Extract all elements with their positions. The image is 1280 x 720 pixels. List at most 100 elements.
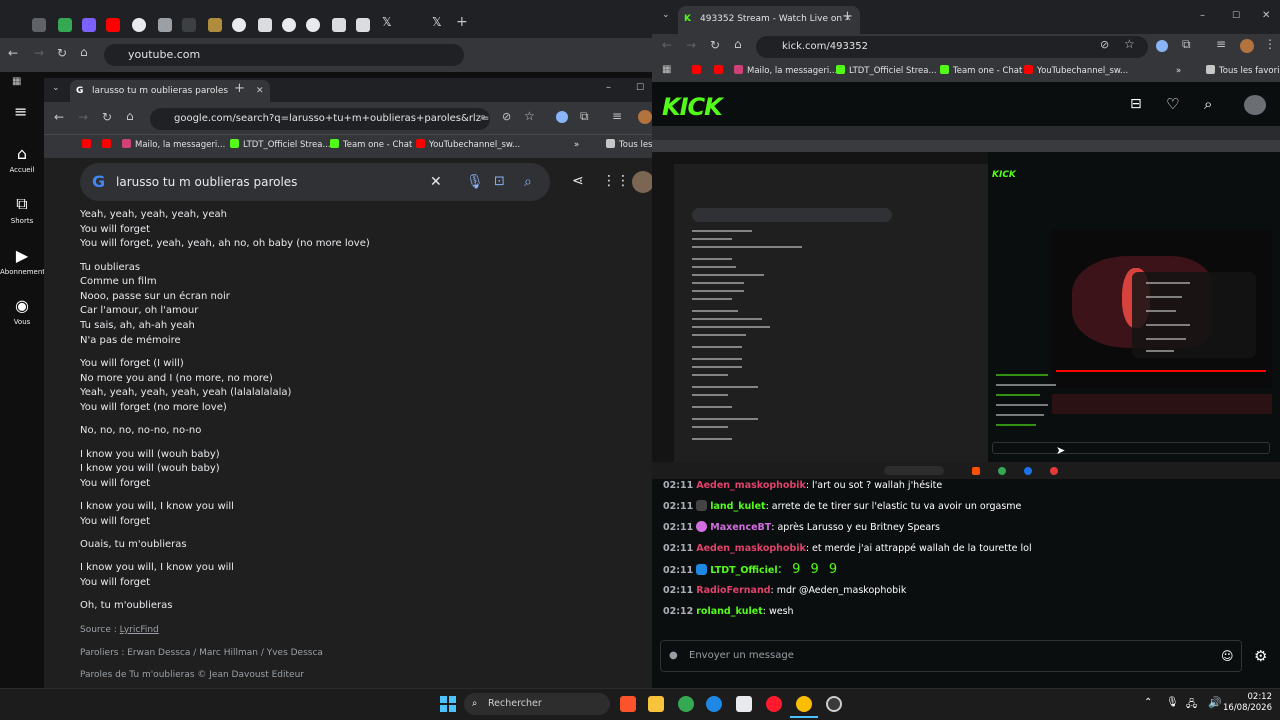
nav-abonnements[interactable]: ▶ Abonnements [0, 242, 49, 292]
chat-message-input[interactable]: ● Envoyer un message ☺ [660, 640, 1242, 672]
clear-search-icon[interactable]: ✕ [430, 163, 442, 201]
x-tab-icon[interactable]: 𝕏 [382, 15, 392, 29]
snipping-tool-icon[interactable] [736, 696, 752, 712]
tab-icon[interactable] [82, 18, 96, 32]
nav-vous[interactable]: ◉ Vous [0, 292, 44, 342]
back-icon[interactable]: ← [662, 38, 672, 52]
bookmark-team-one[interactable]: Team one - Chat [940, 63, 1022, 79]
bookmark-youtubechannel[interactable]: YouTubechannel_sw... [416, 137, 520, 153]
taskbar-clock[interactable]: 02:12 16/08/2026 [1208, 692, 1272, 714]
google-apps-icon[interactable]: ⋮⋮ [602, 173, 630, 189]
sliders-icon[interactable]: ≡ [612, 109, 622, 123]
apps-icon[interactable]: ▦ [12, 76, 21, 87]
bookmark-youtube[interactable] [82, 137, 95, 153]
close-tab-icon[interactable]: ✕ [256, 80, 264, 102]
file-explorer-icon[interactable] [648, 696, 664, 712]
reload-icon[interactable]: ↻ [57, 46, 67, 60]
bookmark-mailo[interactable]: Mailo, la messageri... [122, 137, 225, 153]
edge-icon[interactable] [706, 696, 722, 712]
tab-icon[interactable] [32, 18, 46, 32]
sliders-icon[interactable]: ≡ [1216, 37, 1226, 51]
microphone-icon[interactable]: 🎙 [1166, 697, 1179, 708]
bookmarks-overflow-icon[interactable]: » [1176, 63, 1181, 79]
bookmark-mailo[interactable]: Mailo, la messageri... [734, 63, 837, 79]
emoji-icon[interactable]: ☺ [1221, 641, 1234, 671]
new-tab-icon[interactable]: + [842, 9, 853, 24]
settings-icon[interactable] [826, 696, 842, 712]
wikipedia-tab-icon[interactable] [332, 18, 346, 32]
bookmark-youtube[interactable] [102, 137, 115, 153]
profile-avatar[interactable] [1240, 39, 1254, 53]
all-bookmarks[interactable]: Tous les [606, 137, 653, 153]
search-icon[interactable]: ⌕ [480, 110, 486, 124]
brave-icon[interactable] [620, 696, 636, 712]
following-heart-icon[interactable]: ♡ [1166, 95, 1179, 113]
chat-username[interactable]: Aeden_maskophobik [696, 480, 806, 491]
home-icon[interactable]: ⌂ [734, 37, 742, 51]
tab-icon[interactable] [58, 18, 72, 32]
eye-off-icon[interactable]: ⊘ [502, 110, 511, 123]
profile-avatar[interactable] [638, 110, 652, 124]
bookmarks-overflow-icon[interactable]: » [574, 137, 579, 153]
home-icon[interactable]: ⌂ [126, 109, 134, 123]
chat-settings-gear-icon[interactable]: ⚙ [1254, 647, 1267, 665]
chrome-active-icon[interactable] [796, 696, 812, 712]
back-icon[interactable]: ← [54, 110, 64, 124]
nav-shorts[interactable]: ⧉ Shorts [0, 190, 44, 240]
bookmark-ltdt[interactable]: LTDT_Officiel Strea... [836, 63, 937, 79]
google-search-box[interactable]: G larusso tu m oublieras paroles ✕ 🎙 ⊡ ⌕ [80, 163, 550, 201]
user-avatar[interactable] [1244, 95, 1266, 115]
apps-icon[interactable]: ▦ [662, 64, 671, 75]
star-icon[interactable]: ☆ [524, 109, 535, 123]
kick-url[interactable]: kick.com/493352 [756, 36, 1148, 58]
chat-username[interactable]: land_kulet [710, 501, 765, 512]
stream-video-player[interactable]: KICK ➤ [652, 126, 1280, 479]
bookmark-youtubechannel[interactable]: YouTubechannel_sw... [1024, 63, 1128, 79]
search-icon[interactable]: ⌕ [524, 163, 532, 201]
more-menu-icon[interactable]: ⋮ [1264, 37, 1276, 51]
tab-icon[interactable] [158, 18, 172, 32]
bookmark-ltdt[interactable]: LTDT_Officiel Strea... [230, 137, 331, 153]
minimize-icon[interactable]: – [606, 82, 611, 93]
opera-icon[interactable] [766, 696, 782, 712]
voice-search-icon[interactable]: 🎙 [466, 163, 484, 201]
forward-icon[interactable]: → [686, 38, 696, 52]
new-tab-icon[interactable]: + [234, 81, 245, 96]
kick-logo[interactable]: KICK [662, 93, 723, 121]
eye-off-icon[interactable]: ⊘ [1100, 38, 1109, 51]
tray-chevron-icon[interactable]: ⌃ [1144, 697, 1152, 708]
puzzle-icon[interactable]: ⧉ [580, 109, 589, 124]
tab-icon[interactable] [182, 18, 196, 32]
back-icon[interactable]: ← [8, 46, 18, 60]
hamburger-menu-icon[interactable]: ≡ [14, 102, 27, 121]
chat-username[interactable]: Aeden_maskophobik [696, 543, 806, 554]
close-window-icon[interactable]: ✕ [1262, 10, 1270, 21]
tab-search-icon[interactable]: ⌄ [52, 83, 60, 93]
chat-username[interactable]: LTDT_Officiel [710, 565, 777, 576]
bookmark-youtube[interactable] [714, 63, 727, 79]
windows-start-icon[interactable] [440, 696, 456, 712]
extension-icon[interactable] [1156, 40, 1168, 52]
google-tab-icon[interactable] [132, 18, 146, 32]
youtube-tab-icon[interactable] [106, 18, 120, 32]
reload-icon[interactable]: ↻ [102, 110, 112, 124]
maximize-icon[interactable]: ☐ [1232, 11, 1240, 21]
search-icon[interactable]: ⌕ [1204, 95, 1212, 113]
kick-active-tab[interactable]: K 493352 Stream - Watch Live on ✕ [678, 6, 860, 34]
wikipedia-tab-icon[interactable] [258, 18, 272, 32]
forward-icon[interactable]: → [34, 46, 44, 60]
forward-icon[interactable]: → [78, 110, 88, 124]
account-avatar[interactable] [632, 171, 654, 193]
google-tab-icon[interactable] [306, 18, 320, 32]
x-tab-icon[interactable]: 𝕏 [432, 15, 442, 29]
chrome-icon[interactable] [678, 696, 694, 712]
all-bookmarks[interactable]: Tous les favoris [1206, 63, 1280, 79]
tab-icon[interactable] [356, 18, 370, 32]
chat-username[interactable]: roland_kulet [696, 606, 763, 617]
lyricfind-link[interactable]: LyricFind [120, 625, 159, 635]
google-url[interactable]: google.com/search?q=larusso+tu+m+oublier… [150, 108, 490, 130]
puzzle-icon[interactable]: ⧉ [1182, 37, 1191, 52]
lens-icon[interactable]: ⊡ [494, 163, 505, 201]
google-tab-icon[interactable] [282, 18, 296, 32]
google-tab-icon[interactable] [232, 18, 246, 32]
